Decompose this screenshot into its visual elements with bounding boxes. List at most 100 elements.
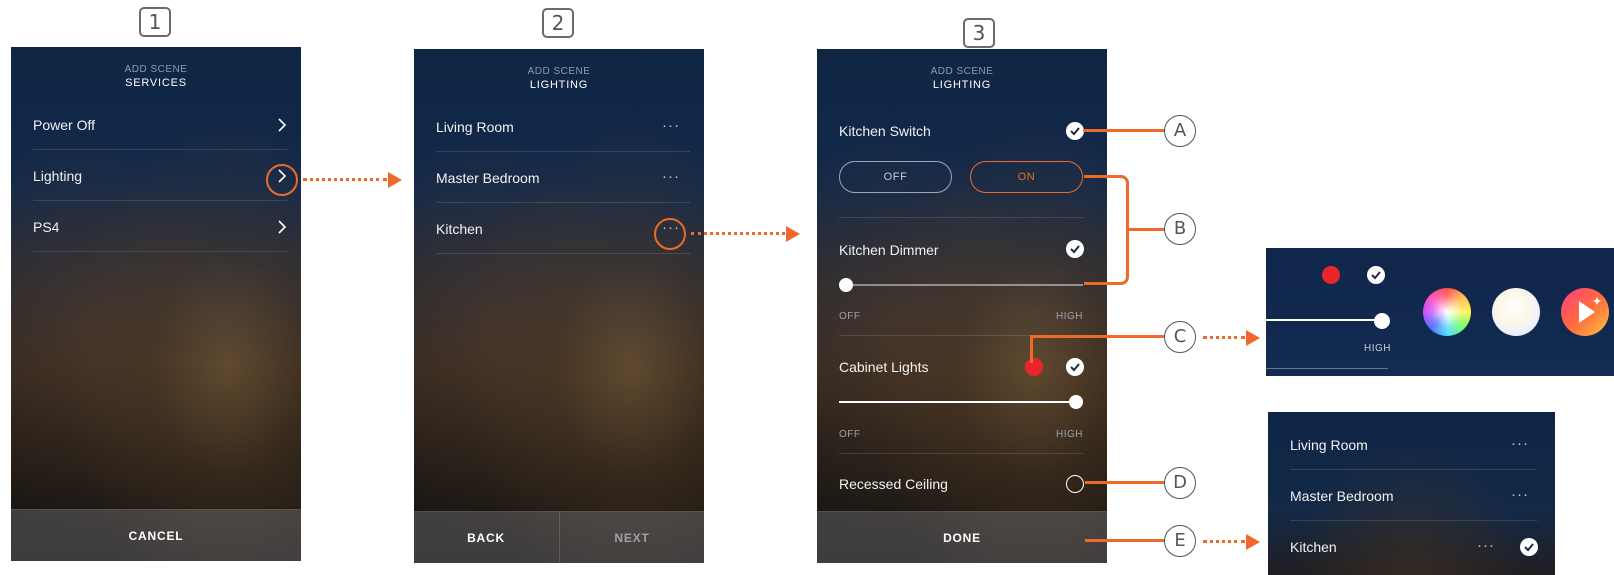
brightness-slider-handle[interactable]: [1374, 313, 1390, 329]
service-item-ps4[interactable]: PS4: [33, 202, 287, 252]
white-temperature-icon[interactable]: [1492, 288, 1540, 336]
rooms-inset: Living Room ··· Master Bedroom ··· Kitch…: [1268, 412, 1555, 575]
section-divider: [839, 217, 1083, 218]
kitchen-switch-label: Kitchen Switch: [839, 123, 931, 139]
callout-line-d: [1085, 481, 1165, 484]
kitchen-dimmer-slider-handle[interactable]: [839, 278, 853, 292]
step-badge-3: 3: [963, 18, 995, 48]
section-divider: [1266, 368, 1388, 369]
service-item-lighting[interactable]: Lighting: [33, 151, 287, 201]
service-item-label: PS4: [33, 219, 60, 235]
callout-b: B: [1164, 213, 1196, 245]
room-item-master-bedroom[interactable]: Master Bedroom ···: [1290, 471, 1537, 521]
room-item-label: Living Room: [1290, 437, 1368, 453]
checkmark-icon: [1371, 271, 1381, 280]
brightness-max-label: HIGH: [1364, 343, 1391, 354]
cabinet-min-label: OFF: [839, 429, 861, 440]
arrow-right-icon: [1246, 534, 1260, 550]
callout-a: A: [1164, 115, 1196, 147]
scene-play-icon[interactable]: [1561, 288, 1609, 336]
room-item-label: Master Bedroom: [436, 170, 540, 186]
service-item-label: Lighting: [33, 168, 83, 184]
callout-line-c: [1030, 335, 1165, 338]
play-icon: [1579, 297, 1602, 323]
room-item-kitchen[interactable]: Kitchen ···: [436, 204, 690, 254]
flow-arrow-line: [1203, 540, 1245, 543]
lighting-screen: ADD SCENE LIGHTING Living Room ··· Maste…: [414, 49, 704, 563]
header-subtitle: ADD SCENE: [930, 66, 994, 77]
kitchen-dimmer-checkbox[interactable]: [1066, 240, 1084, 258]
color-swatch-red[interactable]: [1025, 358, 1043, 376]
color-wheel-icon[interactable]: [1423, 288, 1471, 336]
more-options-icon[interactable]: ···: [1511, 420, 1529, 468]
header-subtitle: ADD SCENE: [124, 64, 188, 75]
highlight-circle: [266, 164, 298, 196]
more-options-icon[interactable]: ···: [1477, 522, 1495, 570]
flow-arrow-line: [691, 232, 785, 235]
recessed-ceiling-label: Recessed Ceiling: [839, 476, 948, 492]
checkmark-icon: [1070, 127, 1080, 136]
kitchen-switch-checkbox[interactable]: [1066, 122, 1084, 140]
arrow-right-icon: [388, 172, 402, 188]
arrow-right-icon: [786, 226, 800, 242]
footer-bar: BACK NEXT: [414, 511, 704, 563]
done-button[interactable]: DONE: [817, 512, 1107, 563]
section-divider: [839, 453, 1083, 454]
cabinet-lights-label: Cabinet Lights: [839, 359, 929, 375]
more-options-icon[interactable]: ···: [1511, 471, 1529, 519]
callout-e: E: [1164, 525, 1196, 557]
brightness-slider-track[interactable]: [1266, 319, 1384, 321]
dimmer-min-label: OFF: [839, 311, 861, 322]
room-item-label: Living Room: [436, 119, 514, 135]
switch-on-button[interactable]: ON: [970, 161, 1083, 193]
checkmark-icon: [1070, 363, 1080, 372]
color-checkbox[interactable]: [1367, 266, 1385, 284]
service-item-power-off[interactable]: Power Off: [33, 100, 287, 150]
step-badge-2: 2: [542, 8, 574, 38]
more-options-icon[interactable]: ···: [662, 153, 680, 201]
dimmer-max-label: HIGH: [1056, 311, 1083, 322]
header-title: SERVICES: [125, 77, 187, 89]
kitchen-dimmer-label: Kitchen Dimmer: [839, 242, 939, 258]
switch-off-button[interactable]: OFF: [839, 161, 952, 193]
flow-arrow-line: [303, 178, 387, 181]
header-title: LIGHTING: [932, 79, 992, 91]
room-item-label: Kitchen: [436, 221, 483, 237]
room-item-label: Master Bedroom: [1290, 488, 1394, 504]
flow-arrow-line: [1203, 336, 1245, 339]
cabinet-max-label: HIGH: [1056, 429, 1083, 440]
cabinet-lights-slider-handle[interactable]: [1069, 395, 1083, 409]
callout-d: D: [1164, 467, 1196, 499]
lighting-detail-screen: ADD SCENE LIGHTING Kitchen Switch OFF ON…: [817, 49, 1107, 563]
callout-line-b: [1129, 228, 1165, 231]
callout-line-e: [1085, 539, 1165, 542]
callout-c: C: [1164, 321, 1196, 353]
chevron-right-icon: [278, 118, 287, 132]
more-options-icon[interactable]: ···: [662, 102, 680, 150]
highlight-circle: [654, 218, 686, 250]
callout-line-c-vertical: [1030, 335, 1033, 363]
header-subtitle: ADD SCENE: [527, 66, 591, 77]
cancel-button[interactable]: CANCEL: [11, 510, 301, 561]
next-button[interactable]: NEXT: [560, 512, 704, 563]
cabinet-lights-checkbox[interactable]: [1066, 358, 1084, 376]
room-item-kitchen[interactable]: Kitchen ···: [1290, 522, 1538, 572]
cabinet-lights-slider-track[interactable]: [839, 401, 1083, 403]
chevron-right-icon: [278, 220, 287, 234]
checkmark-icon: [1070, 245, 1080, 254]
room-item-living-room[interactable]: Living Room ···: [436, 102, 690, 152]
room-item-label: Kitchen: [1290, 539, 1337, 555]
kitchen-selected-checkbox[interactable]: [1520, 538, 1538, 556]
color-options-inset: HIGH: [1266, 248, 1614, 376]
checkmark-icon: [1524, 543, 1534, 552]
room-item-living-room[interactable]: Living Room ···: [1290, 420, 1537, 470]
stage: 1 2 3 ADD SCENE SERVICES Power Off Light…: [0, 0, 1614, 575]
kitchen-dimmer-slider-track[interactable]: [839, 284, 1083, 286]
services-screen: ADD SCENE SERVICES Power Off Lighting PS…: [11, 47, 301, 561]
callout-line-a: [1083, 129, 1165, 132]
recessed-ceiling-checkbox[interactable]: [1066, 475, 1084, 493]
room-item-master-bedroom[interactable]: Master Bedroom ···: [436, 153, 690, 203]
callout-bracket-b: [1084, 175, 1129, 285]
selected-color-swatch[interactable]: [1322, 266, 1340, 284]
back-button[interactable]: BACK: [414, 512, 558, 563]
